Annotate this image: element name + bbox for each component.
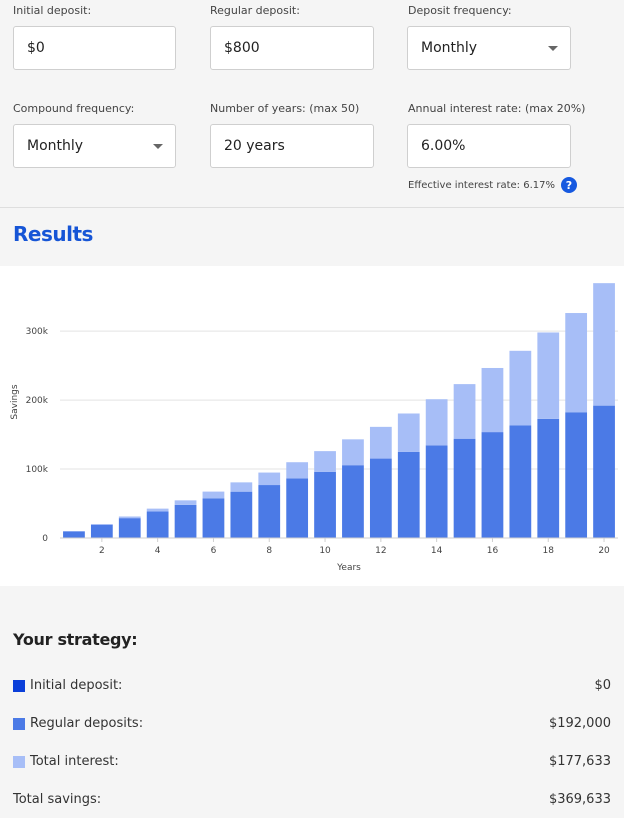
strategy-title: Your strategy: xyxy=(13,630,138,649)
effective-rate-text: Effective interest rate: 6.17% xyxy=(408,179,555,191)
bar-regular-deposits xyxy=(397,451,420,538)
compound-frequency-label: Compound frequency: xyxy=(13,102,135,115)
strategy-row-value: $192,000 xyxy=(548,716,611,731)
bar-regular-deposits xyxy=(453,438,476,538)
strategy-row-label: Total interest: xyxy=(30,754,119,769)
deposit-frequency-value: Monthly xyxy=(421,40,478,56)
bar-regular-deposits xyxy=(369,458,392,538)
x-tick-label: 12 xyxy=(375,546,386,556)
x-tick-label: 4 xyxy=(155,546,161,556)
strategy-row-label: Regular deposits: xyxy=(30,716,144,731)
y-tick-label: 0 xyxy=(42,534,48,544)
bar-regular-deposits xyxy=(593,405,615,538)
bar-regular-deposits xyxy=(258,485,281,538)
bar-total-interest xyxy=(90,524,113,525)
initial-deposit-swatch xyxy=(13,679,25,692)
bar-total-interest xyxy=(593,283,615,406)
bar-regular-deposits xyxy=(342,465,364,538)
bar-regular-deposits xyxy=(286,478,309,538)
bar-total-interest xyxy=(481,367,504,433)
bar-total-interest xyxy=(565,313,588,413)
bar-regular-deposits xyxy=(174,504,197,538)
bar-total-interest xyxy=(342,439,364,466)
years-input[interactable]: 20 years xyxy=(210,124,374,168)
bar-regular-deposits xyxy=(146,511,169,538)
interest-rate-label: Annual interest rate: (max 20%) xyxy=(408,102,586,115)
strategy-row-interest: Total interest: $177,633 xyxy=(13,754,611,769)
initial-deposit-label: Initial deposit: xyxy=(13,4,92,17)
strategy-row-label: Initial deposit: xyxy=(30,678,123,693)
strategy-row-value: $177,633 xyxy=(548,754,611,769)
initial-deposit-input[interactable]: $0 xyxy=(13,26,176,70)
bar-regular-deposits xyxy=(509,425,532,538)
y-tick-label: 300k xyxy=(26,327,49,337)
deposit-frequency-label: Deposit frequency: xyxy=(408,4,512,17)
bar-total-interest xyxy=(146,508,169,512)
bar-regular-deposits xyxy=(202,498,225,538)
strategy-row-initial: Initial deposit: $0 xyxy=(13,678,611,693)
interest-rate-input[interactable]: 6.00% xyxy=(407,124,571,168)
deposit-frequency-select[interactable]: Monthly xyxy=(407,26,571,70)
regular-deposit-label: Regular deposit: xyxy=(210,4,300,17)
bar-total-interest xyxy=(286,462,309,479)
bar-total-interest xyxy=(258,472,281,486)
bar-total-interest xyxy=(174,500,197,505)
bar-total-interest xyxy=(509,350,532,426)
x-tick-label: 20 xyxy=(598,546,610,556)
strategy-row-regular: Regular deposits: $192,000 xyxy=(13,716,611,731)
bar-regular-deposits xyxy=(118,518,141,538)
regular-deposit-input[interactable]: $800 xyxy=(210,26,374,70)
strategy-row-value: $369,633 xyxy=(548,792,611,807)
y-tick-label: 100k xyxy=(26,465,49,475)
savings-chart-svg: 0 100k 200k 300k 2 4 6 8 10 12 14 16 18 20 Years Saving… xyxy=(10,283,618,573)
bar-total-interest xyxy=(397,413,420,452)
x-tick-label: 8 xyxy=(266,546,272,556)
chevron-down-icon xyxy=(153,144,163,149)
bar-regular-deposits xyxy=(537,418,560,538)
bar-regular-deposits xyxy=(90,524,113,538)
bar-total-interest xyxy=(537,332,560,419)
strategy-row-label: Total savings: xyxy=(13,792,102,807)
strategy-row-value: $0 xyxy=(594,678,611,693)
strategy-row-total: Total savings: $369,633 xyxy=(13,792,611,807)
savings-chart: 0 100k 200k 300k 2 4 6 8 10 12 14 16 18 20 Years Saving… xyxy=(0,266,624,586)
y-axis-label: Savings xyxy=(10,384,20,419)
bar-regular-deposits xyxy=(230,491,253,538)
x-tick-label: 2 xyxy=(99,546,105,556)
total-interest-swatch xyxy=(13,755,25,768)
y-tick-label: 200k xyxy=(26,396,49,406)
x-tick-label: 16 xyxy=(487,546,499,556)
results-title: Results xyxy=(13,222,93,246)
bar-regular-deposits xyxy=(63,531,85,538)
x-tick-label: 6 xyxy=(211,546,217,556)
bar-total-interest xyxy=(230,482,253,492)
bar-total-interest xyxy=(314,451,336,472)
effective-rate: Effective interest rate: 6.17% ? xyxy=(408,177,577,193)
help-icon[interactable]: ? xyxy=(560,177,577,193)
years-label: Number of years: (max 50) xyxy=(210,102,360,115)
bar-regular-deposits xyxy=(565,412,588,538)
compound-frequency-select[interactable]: Monthly xyxy=(13,124,176,168)
x-tick-label: 18 xyxy=(543,546,555,556)
bar-total-interest xyxy=(118,516,141,519)
bar-total-interest xyxy=(453,384,476,439)
x-tick-label: 10 xyxy=(319,546,331,556)
regular-deposits-swatch xyxy=(13,717,25,730)
bar-regular-deposits xyxy=(425,445,448,538)
chevron-down-icon xyxy=(548,46,558,51)
bar-regular-deposits xyxy=(481,432,504,538)
bar-total-interest xyxy=(202,491,225,499)
bar-total-interest xyxy=(369,426,392,459)
bar-total-interest xyxy=(425,399,448,446)
x-tick-label: 14 xyxy=(431,546,443,556)
bar-regular-deposits xyxy=(314,471,336,538)
x-axis-label: Years xyxy=(336,563,361,573)
divider xyxy=(0,207,624,208)
compound-frequency-value: Monthly xyxy=(27,138,84,154)
